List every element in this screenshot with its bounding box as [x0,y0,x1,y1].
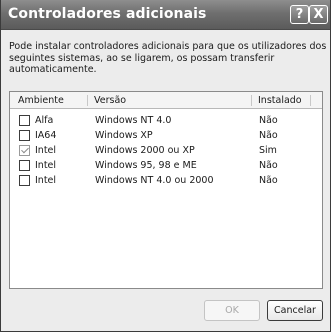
drivers-list[interactable]: Ambiente Versão Instalado Alfa Windows N… [9,91,323,289]
ambiente-cell: Intel [35,160,57,171]
ambiente-cell: Intel [35,175,57,186]
window-title: Controladores adicionais [8,6,207,22]
title-bar[interactable]: Controladores adicionais ? X [1,0,330,30]
versao-cell: Windows 2000 ou XP [95,145,195,156]
column-header-instalado[interactable]: Instalado [258,95,302,106]
column-divider[interactable] [87,95,88,106]
instalado-cell: Não [259,160,278,171]
dialog-window: Controladores adicionais ? X Pode instal… [0,0,331,332]
list-item[interactable]: Intel Windows 2000 ou XP Sim [10,144,322,158]
versao-cell: Windows 95, 98 e ME [95,160,197,171]
column-divider[interactable] [251,95,252,106]
row-checkbox[interactable] [19,145,30,156]
cancel-button[interactable]: Cancelar [267,300,323,321]
instalado-cell: Não [259,115,278,126]
instalado-cell: Não [259,130,278,141]
help-button[interactable]: ? [290,5,309,24]
list-item[interactable]: Intel Windows NT 4.0 ou 2000 Não [10,174,322,188]
description-line: seguintes sistemas, ao se ligarem, os po… [9,52,275,64]
ok-button[interactable]: OK [204,300,260,321]
row-checkbox[interactable] [19,115,30,126]
ambiente-cell: IA64 [35,130,57,141]
row-checkbox[interactable] [19,160,30,171]
description-line: automaticamente. [9,64,97,75]
ambiente-cell: Intel [35,145,57,156]
list-item[interactable]: IA64 Windows XP Não [10,129,322,143]
column-divider[interactable] [310,95,311,106]
instalado-cell: Não [259,175,278,186]
versao-cell: Windows XP [95,130,153,141]
list-item[interactable]: Intel Windows 95, 98 e ME Não [10,159,322,173]
list-header: Ambiente Versão Instalado [10,92,322,109]
row-checkbox[interactable] [19,130,30,141]
instalado-cell: Sim [259,145,277,156]
ambiente-cell: Alfa [35,115,54,126]
column-header-versao[interactable]: Versão [94,95,126,106]
versao-cell: Windows NT 4.0 ou 2000 [95,175,214,186]
row-checkbox[interactable] [19,175,30,186]
close-button[interactable]: X [309,5,328,24]
list-item[interactable]: Alfa Windows NT 4.0 Não [10,114,322,128]
description-text: Pode instalar controladores adicionais p… [9,41,327,76]
column-header-ambiente[interactable]: Ambiente [18,95,64,106]
versao-cell: Windows NT 4.0 [95,115,172,126]
description-line: Pode instalar controladores adicionais p… [9,41,327,52]
